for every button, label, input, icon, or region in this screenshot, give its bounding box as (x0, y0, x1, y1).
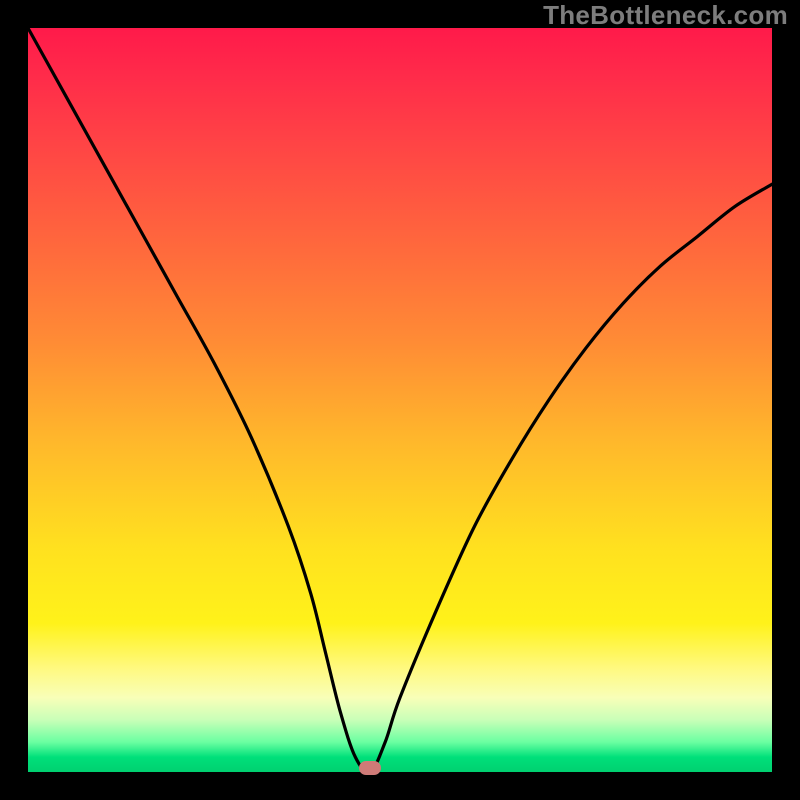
watermark-text: TheBottleneck.com (543, 0, 788, 31)
optimal-point-marker (359, 761, 381, 775)
bottleneck-curve (28, 28, 772, 772)
plot-area (28, 28, 772, 772)
chart-frame: TheBottleneck.com (0, 0, 800, 800)
